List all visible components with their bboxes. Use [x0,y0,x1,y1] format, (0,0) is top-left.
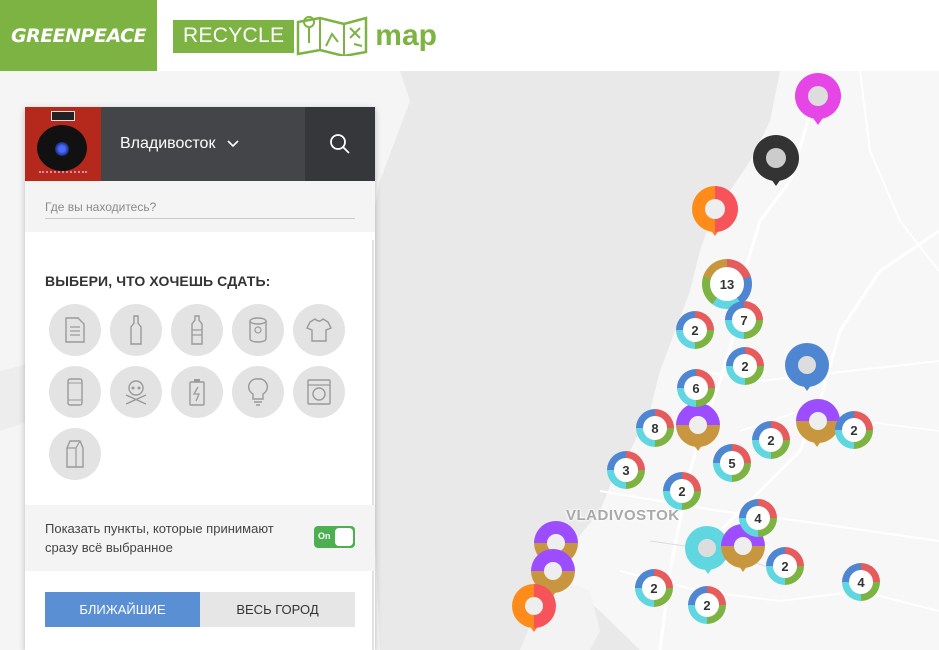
category-clothes[interactable] [293,304,345,356]
cluster-marker[interactable]: 2 [676,311,714,349]
toggle-knob [335,528,353,546]
cluster-count: 2 [842,418,866,442]
cluster-marker[interactable]: 2 [635,569,673,607]
search-button[interactable] [305,107,375,181]
city-name: Владивосток [120,135,216,152]
cluster-count: 2 [695,593,719,617]
city-thumbnail [25,107,101,181]
cluster-marker[interactable]: 4 [739,499,777,537]
category-lamps[interactable] [232,366,284,418]
pink-pin-marker[interactable] [795,73,841,119]
tab-nearest[interactable]: БЛИЖАЙШИЕ [45,592,200,627]
cluster-count: 2 [733,354,757,378]
appliance-icon [307,379,331,405]
header: GREENPEACE RECYCLE map [0,0,939,71]
cluster-count: 2 [670,479,694,503]
purple-brown-pin-marker[interactable] [796,399,840,443]
all-selected-toggle-row: Показать пункты, которые принимают сразу… [25,505,375,571]
cluster-marker[interactable]: 2 [766,547,804,585]
city-map-label: VLADIVOSTOK [566,507,680,524]
chevron-down-icon [227,140,240,148]
choose-title: ВЫБЕРИ, ЧТО ХОЧЕШЬ СДАТЬ: [45,273,271,289]
cluster-marker[interactable]: 6 [677,369,715,407]
phone-icon [67,378,83,406]
cluster-count: 2 [773,554,797,578]
city-selector[interactable]: Владивосток [101,107,305,181]
orange-pin-marker[interactable] [512,584,556,628]
cluster-count: 5 [720,451,744,475]
cluster-marker[interactable]: 4 [842,563,880,601]
cluster-count: 7 [732,308,756,332]
cluster-marker[interactable]: 2 [835,411,873,449]
cluster-marker[interactable]: 2 [752,421,790,459]
location-area [25,181,375,232]
glass-bottle-icon [130,315,142,345]
cluster-count: 6 [684,376,708,400]
filter-panel: Владивосток ВЫБЕРИ, ЧТО ХОЧЕШЬ СДАТЬ: [25,107,375,650]
cluster-count: 2 [683,318,707,342]
cluster-marker[interactable]: 2 [726,347,764,385]
cluster-marker[interactable]: 5 [713,444,751,482]
cluster-count: 4 [849,570,873,594]
category-tetrapak[interactable] [49,428,101,480]
cluster-count: 2 [642,576,666,600]
cluster-marker[interactable]: 2 [688,586,726,624]
tab-whole-city[interactable]: ВЕСЬ ГОРОД [200,592,355,627]
hazardous-icon [125,380,147,405]
cluster-count: 2 [759,428,783,452]
cluster-count: 3 [614,458,638,482]
recycle-word: RECYCLE [173,19,295,53]
all-selected-toggle[interactable]: On [314,526,355,548]
map-word: map [375,19,437,52]
category-appliances[interactable] [293,366,345,418]
category-batteries[interactable] [171,366,223,418]
cluster-marker[interactable]: 8 [636,409,674,447]
panel-scrollbar[interactable] [372,240,374,650]
cluster-marker[interactable]: 3 [607,451,645,489]
folded-map-icon [297,16,368,56]
category-paper[interactable] [49,304,101,356]
greenpeace-logo[interactable]: GREENPEACE [0,0,157,71]
clothes-icon [306,318,332,342]
location-input[interactable] [45,195,355,219]
black-pin-marker[interactable] [753,135,799,181]
purple-brown-pin-marker[interactable] [676,403,720,447]
category-hazardous[interactable] [110,366,162,418]
greenpeace-logo-text: GREENPEACE [10,24,147,47]
toggle-on-label: On [318,531,331,541]
lightbulb-icon [248,378,268,406]
plastic-bottle-icon [191,315,203,345]
blue-pin-marker[interactable] [785,343,829,387]
cluster-marker[interactable]: 7 [725,301,763,339]
category-metal[interactable] [232,304,284,356]
recycle-map-logo[interactable]: RECYCLE map [173,16,437,56]
category-electronics[interactable] [49,366,101,418]
paper-icon [65,317,85,343]
orange-pin-marker[interactable] [692,186,738,232]
tetrapak-icon [66,440,84,468]
cluster-count: 8 [643,416,667,440]
cluster-count: 13 [710,267,744,301]
city-bar: Владивосток [25,107,375,181]
cluster-marker[interactable]: 2 [663,472,701,510]
metal-can-icon [249,317,267,343]
search-icon [330,134,350,154]
category-glass[interactable] [110,304,162,356]
toggle-description: Показать пункты, которые принимают сразу… [45,521,274,555]
battery-icon [189,379,205,406]
cluster-count: 4 [746,506,770,530]
category-plastic[interactable] [171,304,223,356]
